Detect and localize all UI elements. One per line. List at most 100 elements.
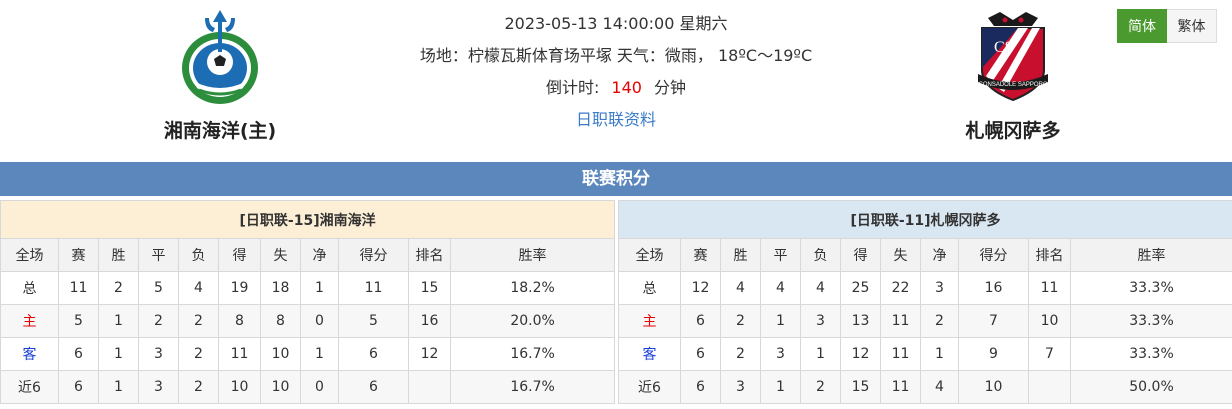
table-cell: 6 bbox=[680, 337, 721, 371]
row-label: 主 bbox=[0, 304, 59, 338]
column-header: 全场 bbox=[0, 238, 59, 272]
table-cell: 1 bbox=[760, 370, 801, 404]
table-cell: 10 bbox=[260, 370, 301, 404]
match-datetime: 2023-05-13 14:00:00 星期六 bbox=[504, 14, 728, 33]
match-venue-weather: 场地：柠檬瓦斯体育场平塚 天气：微雨， 18ºC～19ºC bbox=[419, 46, 813, 65]
table-cell: 6 bbox=[338, 337, 409, 371]
table-row: 主 6 2 1 3 13 11 2 7 10 33.3% bbox=[618, 304, 1232, 338]
away-team-name[interactable]: 札幌冈萨多 bbox=[893, 116, 1133, 143]
league-info-link[interactable]: 日职联资料 bbox=[360, 104, 872, 136]
table-cell: 7 bbox=[958, 304, 1029, 338]
column-header: 排名 bbox=[408, 238, 451, 272]
table-cell: 16.7% bbox=[449, 370, 616, 404]
column-header: 失 bbox=[880, 238, 921, 272]
row-label: 客 bbox=[618, 337, 681, 371]
table-cell: 3 bbox=[800, 304, 841, 338]
table-cell: 4 bbox=[800, 271, 841, 305]
match-header: 湘南海洋(主) 2023-05-13 14:00:00 星期六 场地：柠檬瓦斯体… bbox=[0, 0, 1232, 160]
table-cell: 2 bbox=[720, 337, 761, 371]
table-row: 客 6 2 3 1 12 11 1 9 7 33.3% bbox=[618, 337, 1232, 371]
consadole-sapporo-crest-icon: CS CONSADOLE SAPPORO bbox=[978, 12, 1048, 102]
table-cell: 18 bbox=[260, 271, 301, 305]
away-table-title: [日职联-11]札幌冈萨多 bbox=[617, 200, 1232, 239]
table-cell: 6 bbox=[680, 304, 721, 338]
column-header: 得分 bbox=[338, 238, 409, 272]
table-cell: 2 bbox=[920, 304, 959, 338]
table-row: 主 5 1 2 2 8 8 0 5 16 20.0% bbox=[0, 304, 616, 338]
column-header: 胜 bbox=[720, 238, 761, 272]
table-cell: 50.0% bbox=[1069, 370, 1232, 404]
table-cell: 4 bbox=[920, 370, 959, 404]
table-cell: 1 bbox=[98, 370, 139, 404]
table-cell: 18.2% bbox=[449, 271, 616, 305]
table-cell: 16 bbox=[958, 271, 1029, 305]
table-cell: 10 bbox=[958, 370, 1029, 404]
table-cell: 2 bbox=[138, 304, 179, 338]
table-header-row: 全场 赛 胜 平 负 得 失 净 得分 排名 胜率 bbox=[0, 238, 616, 272]
traditional-chinese-button[interactable]: 繁体 bbox=[1167, 9, 1217, 43]
table-cell: 1 bbox=[760, 304, 801, 338]
table-cell: 11 bbox=[880, 304, 921, 338]
language-switcher: 简体 繁体 bbox=[1117, 9, 1217, 43]
table-cell: 10 bbox=[260, 337, 301, 371]
table-cell: 3 bbox=[720, 370, 761, 404]
column-header: 得分 bbox=[958, 238, 1029, 272]
table-cell: 4 bbox=[720, 271, 761, 305]
table-cell bbox=[1028, 370, 1071, 404]
table-cell: 11 bbox=[218, 337, 261, 371]
table-cell: 4 bbox=[760, 271, 801, 305]
column-header: 平 bbox=[138, 238, 179, 272]
table-cell: 2 bbox=[178, 337, 219, 371]
table-cell: 16 bbox=[408, 304, 451, 338]
table-cell: 4 bbox=[178, 271, 219, 305]
countdown-label: 倒计时: bbox=[546, 78, 600, 97]
table-cell: 33.3% bbox=[1069, 271, 1232, 305]
table-cell: 2 bbox=[800, 370, 841, 404]
table-cell: 2 bbox=[720, 304, 761, 338]
table-row: 客 6 1 3 2 11 10 1 6 12 16.7% bbox=[0, 337, 616, 371]
table-header-row: 全场 赛 胜 平 负 得 失 净 得分 排名 胜率 bbox=[618, 238, 1232, 272]
table-cell: 22 bbox=[880, 271, 921, 305]
table-cell: 15 bbox=[408, 271, 451, 305]
column-header: 胜 bbox=[98, 238, 139, 272]
column-header: 负 bbox=[800, 238, 841, 272]
column-header: 赛 bbox=[58, 238, 99, 272]
table-cell: 6 bbox=[58, 337, 99, 371]
table-cell: 0 bbox=[300, 370, 339, 404]
simplified-chinese-button[interactable]: 简体 bbox=[1117, 9, 1167, 43]
table-cell: 19 bbox=[218, 271, 261, 305]
table-cell: 3 bbox=[760, 337, 801, 371]
table-cell: 11 bbox=[880, 337, 921, 371]
table-cell: 1 bbox=[300, 271, 339, 305]
svg-text:CONSADOLE SAPPORO: CONSADOLE SAPPORO bbox=[978, 82, 1047, 88]
column-header: 排名 bbox=[1028, 238, 1071, 272]
table-cell: 2 bbox=[178, 304, 219, 338]
table-cell: 5 bbox=[338, 304, 409, 338]
table-cell: 6 bbox=[680, 370, 721, 404]
row-label: 客 bbox=[0, 337, 59, 371]
row-label: 总 bbox=[618, 271, 681, 305]
table-row: 总 12 4 4 4 25 22 3 16 11 33.3% bbox=[618, 271, 1232, 305]
column-header: 胜率 bbox=[449, 238, 616, 272]
table-cell: 8 bbox=[260, 304, 301, 338]
column-header: 胜率 bbox=[1069, 238, 1232, 272]
table-cell: 3 bbox=[138, 337, 179, 371]
table-row: 总 11 2 5 4 19 18 1 11 15 18.2% bbox=[0, 271, 616, 305]
countdown-value: 140 bbox=[611, 78, 642, 97]
table-cell: 25 bbox=[840, 271, 881, 305]
svg-text:CS: CS bbox=[994, 39, 1014, 56]
home-team-name[interactable]: 湘南海洋(主) bbox=[100, 116, 340, 143]
table-cell: 5 bbox=[58, 304, 99, 338]
table-cell: 2 bbox=[98, 271, 139, 305]
row-label: 近6 bbox=[0, 370, 59, 404]
away-team: CS CONSADOLE SAPPORO 札幌冈萨多 bbox=[893, 0, 1133, 143]
table-cell: 11 bbox=[1028, 271, 1071, 305]
column-header: 得 bbox=[218, 238, 261, 272]
home-standings-table: [日职联-15]湘南海洋 全场 赛 胜 平 负 得 失 净 得分 排名 胜率 总… bbox=[0, 200, 616, 404]
shonan-bellmare-crest-icon bbox=[182, 10, 258, 104]
table-cell: 9 bbox=[958, 337, 1029, 371]
table-cell: 1 bbox=[920, 337, 959, 371]
row-label: 总 bbox=[0, 271, 59, 305]
column-header: 平 bbox=[760, 238, 801, 272]
match-countdown: 倒计时: 140 分钟 bbox=[360, 72, 872, 104]
